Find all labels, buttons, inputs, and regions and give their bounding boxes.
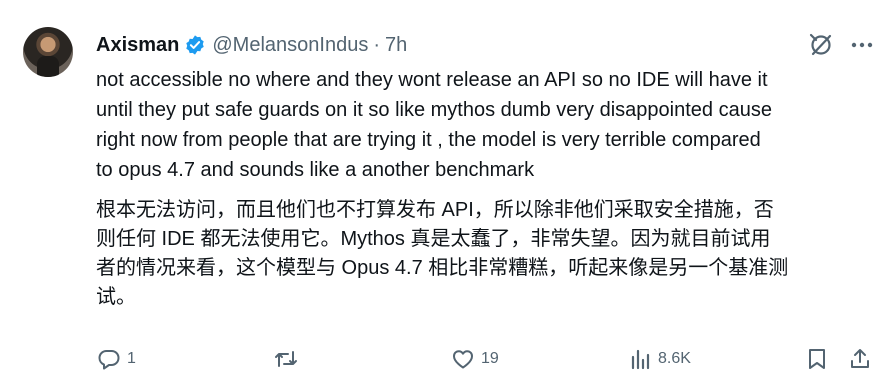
translation-line: 根本无法访问，而且他们也不打算发布 API，所以除非他们采取安全措施，否 (96, 199, 774, 221)
author-handle[interactable]: @MelansonIndus (212, 34, 368, 57)
translation-line: 试。 (96, 286, 136, 308)
like-icon (453, 350, 473, 369)
translation-line: 则任何 IDE 都无法使用它。Mythos 真是太蠢了，非常失望。因为就目前试用 (96, 228, 771, 250)
translation-line: 者的情况来看，这个模型与 Opus 4.7 相比非常糟糕，听起来像是另一个基准测 (96, 257, 789, 279)
tweet-text: not accessible no where and they wont re… (96, 65, 876, 185)
tweet-text-line: not accessible no where and they wont re… (96, 69, 768, 91)
tweet-translation: 根本无法访问，而且他们也不打算发布 API，所以除非他们采取安全措施，否 则任何… (96, 196, 876, 312)
grok-icon[interactable] (808, 32, 834, 58)
timestamp[interactable]: 7h (385, 34, 407, 57)
tweet-text-line: right now from people that are trying it… (96, 129, 761, 151)
share-button[interactable] (848, 345, 872, 373)
tweet-text-line: to opus 4.7 and sounds like a another be… (96, 159, 535, 181)
like-button[interactable]: 19 (451, 345, 499, 373)
share-icon (851, 349, 869, 368)
action-bar: 1 19 8.6K (0, 345, 892, 373)
like-count: 19 (481, 350, 499, 367)
author-name[interactable]: Axisman (96, 34, 179, 57)
avatar[interactable] (23, 27, 73, 77)
views-button[interactable]: 8.6K (628, 345, 691, 373)
repost-button[interactable] (274, 345, 304, 373)
tweet-header: Axisman @MelansonIndus · 7h (96, 31, 407, 59)
reply-button[interactable]: 1 (97, 345, 136, 373)
reply-count: 1 (127, 350, 136, 367)
views-count: 8.6K (658, 350, 691, 367)
separator-dot: · (373, 33, 380, 56)
reply-icon (98, 350, 120, 370)
views-icon (631, 349, 650, 370)
more-icon[interactable] (849, 35, 875, 55)
bookmark-icon (809, 349, 825, 369)
verified-badge-icon (186, 35, 205, 55)
tweet-text-line: until they put safe guards on it so like… (96, 99, 772, 121)
bookmark-button[interactable] (805, 345, 829, 373)
repost-icon (275, 351, 297, 367)
